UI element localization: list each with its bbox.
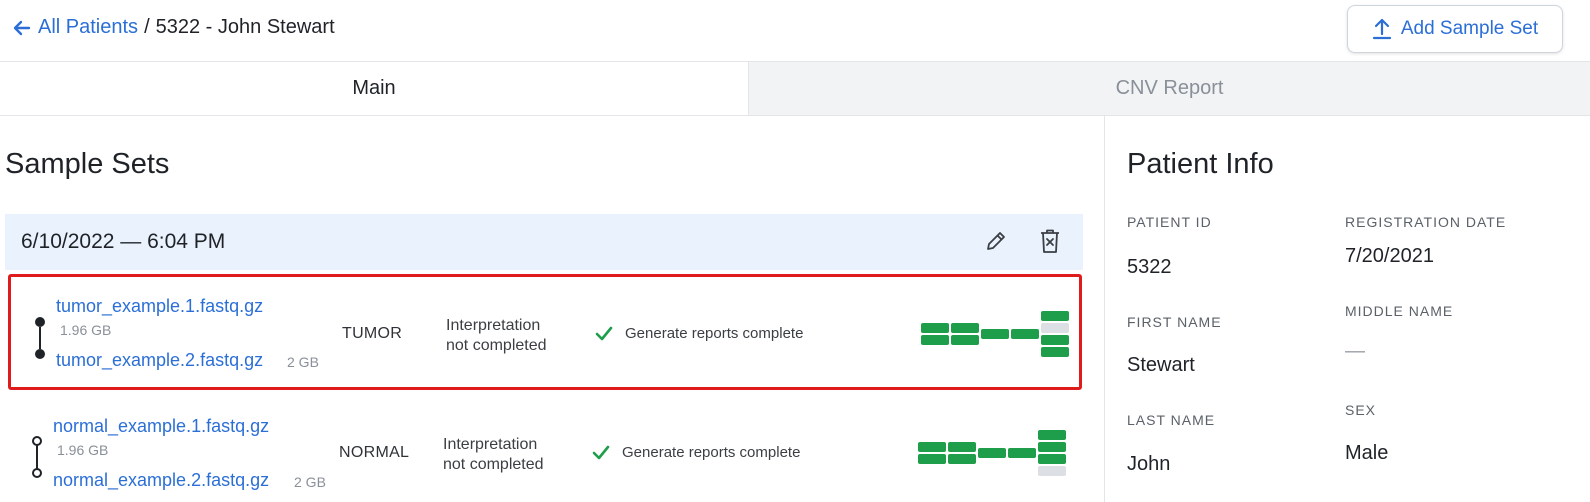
progress-segment: [918, 454, 946, 464]
tab-cnv-report[interactable]: CNV Report: [749, 62, 1590, 115]
patient-id-label: PATIENT ID: [1127, 214, 1212, 230]
progress-segment: [948, 454, 976, 464]
progress-segment: [951, 335, 979, 345]
report-status-text: Generate reports complete: [625, 325, 804, 342]
breadcrumb: All Patients / 5322 - John Stewart: [12, 16, 335, 39]
progress-segment: [1008, 448, 1036, 458]
file-link-2[interactable]: normal_example.2.fastq.gz: [53, 470, 269, 491]
progress-segment: [1038, 430, 1066, 440]
sample-set-actions: [983, 228, 1063, 254]
progress-segment: [1038, 466, 1066, 476]
progress-segment: [1041, 323, 1069, 333]
add-sample-set-label: Add Sample Set: [1400, 18, 1539, 39]
middle-name-value: —: [1345, 340, 1365, 362]
edit-icon[interactable]: [983, 228, 1009, 254]
file-link-1[interactable]: tumor_example.1.fastq.gz: [56, 296, 263, 317]
sample-row-normal: normal_example.1.fastq.gz 1.96 GB normal…: [8, 396, 1082, 502]
registration-date-value: 7/20/2021: [1345, 245, 1434, 267]
progress-segment: [921, 323, 949, 333]
file-pair-icon: [35, 317, 45, 359]
upload-icon: [1372, 18, 1391, 40]
progress-segment: [1038, 454, 1066, 464]
report-status: Generate reports complete: [595, 325, 803, 342]
interpretation-line2: not completed: [443, 456, 544, 473]
middle-name-label: MIDDLE NAME: [1345, 303, 1454, 319]
main-panel: Sample Sets 6/10/2022 — 6:04 PM tumor_ex…: [0, 116, 1105, 502]
progress-segment: [1041, 335, 1069, 345]
report-status-text: Generate reports complete: [622, 444, 801, 461]
tab-main[interactable]: Main: [0, 62, 749, 115]
tab-bar: Main CNV Report: [0, 62, 1590, 116]
last-name-value: John: [1127, 453, 1171, 475]
sample-set-date: 6/10/2022 — 6:04 PM: [21, 230, 226, 253]
interpretation-line1: Interpretation: [446, 317, 541, 334]
interpretation-status: Interpretation not completed: [443, 435, 573, 475]
sample-type: NORMAL: [339, 444, 410, 461]
patient-info-panel: Patient Info PATIENT ID 5322 REGISTRATIO…: [1105, 116, 1590, 502]
breadcrumb-separator: /: [144, 16, 150, 38]
breadcrumb-current: 5322 - John Stewart: [155, 16, 335, 38]
sex-value: Male: [1345, 442, 1389, 464]
check-icon: [592, 445, 610, 459]
delete-icon[interactable]: [1037, 228, 1063, 254]
file-size-1: 1.96 GB: [57, 442, 109, 458]
patient-id-value: 5322: [1127, 256, 1172, 278]
progress-segment: [951, 323, 979, 333]
report-status: Generate reports complete: [592, 444, 800, 461]
file-link-1[interactable]: normal_example.1.fastq.gz: [53, 416, 269, 437]
first-name-label: FIRST NAME: [1127, 314, 1222, 330]
file-size-2: 2 GB: [287, 354, 319, 370]
progress-segment: [1038, 442, 1066, 452]
all-patients-link[interactable]: All Patients: [38, 16, 138, 39]
file-size-2: 2 GB: [294, 474, 326, 490]
check-icon: [595, 326, 613, 340]
pipeline-progress: [921, 311, 1069, 357]
pipeline-progress: [918, 430, 1066, 476]
interpretation-line2: not completed: [446, 337, 547, 354]
patient-info-title: Patient Info: [1127, 148, 1274, 180]
sample-type: TUMOR: [342, 325, 403, 342]
add-sample-set-button[interactable]: Add Sample Set: [1347, 5, 1563, 53]
registration-date-label: REGISTRATION DATE: [1345, 214, 1507, 230]
file-size-1: 1.96 GB: [60, 322, 112, 338]
progress-segment: [981, 329, 1009, 339]
file-link-2[interactable]: tumor_example.2.fastq.gz: [56, 350, 263, 371]
sex-label: SEX: [1345, 402, 1377, 418]
progress-segment: [1011, 329, 1039, 339]
progress-segment: [918, 442, 946, 452]
progress-segment: [978, 448, 1006, 458]
progress-segment: [921, 335, 949, 345]
progress-segment: [1041, 311, 1069, 321]
top-bar: All Patients / 5322 - John Stewart Add S…: [0, 0, 1590, 62]
last-name-label: LAST NAME: [1127, 412, 1216, 428]
progress-segment: [948, 442, 976, 452]
interpretation-status: Interpretation not completed: [446, 316, 576, 356]
file-pair-icon: [32, 436, 42, 478]
back-arrow-icon[interactable]: [12, 18, 32, 38]
first-name-value: Stewart: [1127, 354, 1195, 376]
sample-set-header: 6/10/2022 — 6:04 PM: [5, 214, 1083, 270]
interpretation-line1: Interpretation: [443, 436, 538, 453]
progress-segment: [1041, 347, 1069, 357]
sample-sets-title: Sample Sets: [5, 148, 170, 180]
sample-row-tumor: tumor_example.1.fastq.gz 1.96 GB tumor_e…: [8, 274, 1082, 390]
